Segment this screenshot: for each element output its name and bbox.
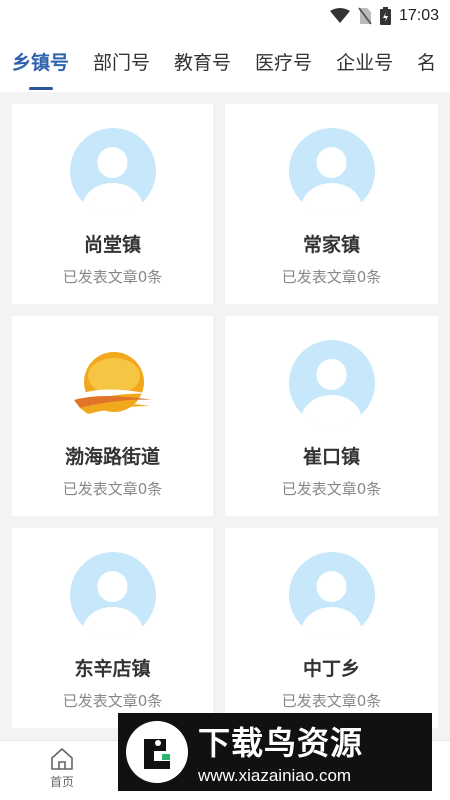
tab-more[interactable]: 名 [417, 48, 436, 84]
article-count: 已发表文章0条 [281, 480, 382, 498]
wifi-icon [329, 8, 350, 23]
bird-logo-icon [126, 721, 188, 783]
watermark-url: www.xiazainiao.com [198, 766, 352, 785]
watermark-title: 下载鸟资源 [198, 724, 364, 762]
account-name: 尚堂镇 [83, 234, 141, 256]
account-card[interactable]: 尚堂镇 已发表文章0条 [12, 104, 213, 304]
no-sim-icon [358, 7, 372, 25]
tab-enterprise[interactable]: 企业号 [336, 48, 393, 84]
default-avatar-icon [288, 340, 375, 426]
default-avatar-icon [288, 552, 375, 638]
clock: 17:03 [398, 7, 439, 24]
tab-department[interactable]: 部门号 [93, 48, 150, 84]
account-card[interactable]: 常家镇 已发表文章0条 [225, 104, 438, 304]
category-tabs: 乡镇号 部门号 教育号 医疗号 企业号 名 [0, 32, 450, 92]
sun-logo-icon [73, 352, 152, 414]
article-count: 已发表文章0条 [62, 480, 163, 498]
article-count: 已发表文章0条 [281, 692, 382, 710]
account-name: 常家镇 [302, 234, 360, 256]
home-icon [51, 748, 73, 770]
tab-township[interactable]: 乡镇号 [12, 48, 69, 84]
default-avatar-icon [69, 552, 156, 638]
nav-home-label: 首页 [49, 775, 74, 789]
default-avatar-icon [69, 128, 156, 214]
article-count: 已发表文章0条 [62, 692, 163, 710]
account-card[interactable]: 崔口镇 已发表文章0条 [225, 316, 438, 516]
article-count: 已发表文章0条 [281, 268, 382, 286]
account-grid: 尚堂镇 已发表文章0条 常家镇 已发表文章0条 渤海路街道 已发表文章0条 崔口… [12, 104, 438, 728]
tab-medical[interactable]: 医疗号 [255, 48, 312, 84]
watermark-banner: 下载鸟资源 www.xiazainiao.com [118, 713, 432, 791]
account-name: 崔口镇 [302, 446, 360, 468]
account-card[interactable]: 东辛店镇 已发表文章0条 [12, 528, 213, 728]
default-avatar-icon [288, 128, 375, 214]
tab-education[interactable]: 教育号 [174, 48, 231, 84]
account-name: 中丁乡 [302, 658, 360, 680]
battery-icon [379, 7, 391, 25]
status-bar: 17:03 [0, 0, 450, 32]
nav-home[interactable]: 首页 [40, 747, 84, 790]
article-count: 已发表文章0条 [62, 268, 163, 286]
account-card[interactable]: 中丁乡 已发表文章0条 [225, 528, 438, 728]
account-name: 东辛店镇 [74, 658, 151, 680]
account-name: 渤海路街道 [64, 446, 160, 468]
account-card[interactable]: 渤海路街道 已发表文章0条 [12, 316, 213, 516]
